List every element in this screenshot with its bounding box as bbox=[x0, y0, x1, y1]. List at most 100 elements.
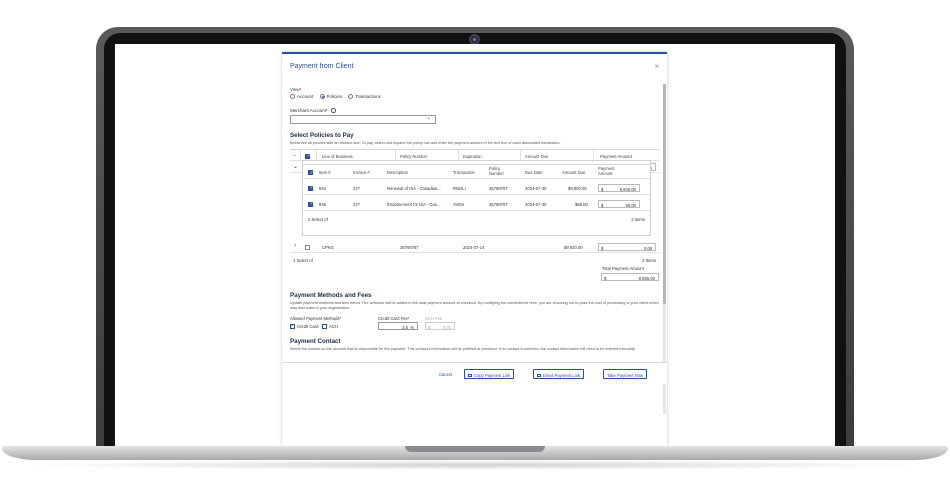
col-expiration[interactable]: Expiration bbox=[463, 154, 482, 159]
currency-symbol: $ bbox=[601, 186, 604, 192]
ach-fee-value: 0.00 bbox=[442, 324, 451, 330]
cell-description: Renewal of ISA - Canadian... bbox=[387, 185, 441, 191]
col-policy-number[interactable]: Policy Number bbox=[489, 166, 509, 176]
radio-policies[interactable] bbox=[319, 94, 325, 100]
select-all-checkbox[interactable] bbox=[305, 153, 310, 159]
col-amount-due[interactable]: Amount Due bbox=[525, 154, 548, 159]
chevron-down-icon[interactable]: ⌄ bbox=[293, 163, 298, 170]
cell-policy: 35768787 bbox=[400, 244, 419, 250]
cell-expiration: 2024-07-14 bbox=[463, 244, 485, 250]
chevron-down-icon: ⌄ bbox=[426, 115, 431, 121]
cancel-button[interactable]: Cancel bbox=[439, 372, 452, 377]
cell-policy: 35768787 bbox=[489, 201, 508, 207]
dialog-title: Payment from Client bbox=[290, 63, 354, 70]
col-invoice[interactable]: Invoice # bbox=[353, 170, 370, 175]
row-checkbox[interactable] bbox=[305, 244, 310, 250]
close-icon[interactable]: × bbox=[654, 62, 659, 71]
transactions-header-row: Item # Invoice # Description Transaction… bbox=[303, 164, 650, 179]
copy-link-button[interactable]: Copy Payment Link bbox=[464, 369, 515, 379]
select-all-transactions-checkbox[interactable] bbox=[308, 170, 313, 176]
cc-fee-input[interactable]: 3.5 % bbox=[378, 322, 418, 330]
currency-symbol: $ bbox=[604, 275, 607, 281]
col-line-of-business[interactable]: Line of Business bbox=[322, 154, 353, 159]
row-checkbox[interactable] bbox=[308, 185, 313, 191]
cell-description: Endorsement for ISA - Can... bbox=[387, 201, 441, 207]
dialog-footer: Cancel Copy Payment Link Email Payment L… bbox=[282, 362, 667, 384]
radio-account-label[interactable]: Account bbox=[297, 94, 313, 99]
payment-amount-input[interactable]: $ 0.00 bbox=[598, 243, 656, 251]
currency-symbol: $ bbox=[601, 202, 604, 208]
required-mark: * bbox=[326, 108, 328, 113]
ach-label[interactable]: ACH bbox=[329, 324, 338, 329]
cell-item: 944 bbox=[319, 185, 326, 191]
cell-amount-due: $9,920.00 bbox=[564, 244, 583, 250]
methods-help: Update payment methods and fees below. F… bbox=[290, 301, 659, 310]
radio-policies-label[interactable]: Policies bbox=[327, 94, 343, 99]
payment-method-options: ✓ Credit Card ACH bbox=[290, 323, 350, 331]
view-label-text: View bbox=[290, 87, 300, 92]
merchant-select[interactable]: ⌄ bbox=[290, 115, 436, 124]
cell-item: 945 bbox=[319, 201, 326, 207]
cell-invoice: 227 bbox=[353, 185, 360, 191]
policies-help: Below are all policies with an amount du… bbox=[290, 141, 561, 145]
radio-transactions-label[interactable]: Transactions bbox=[355, 94, 381, 99]
col-description[interactable]: Description bbox=[387, 170, 408, 175]
cell-amount-due: $65.00 bbox=[575, 201, 588, 207]
take-payment-button[interactable]: Take Payment Now bbox=[603, 369, 648, 379]
email-link-button[interactable]: Email Payment Link bbox=[533, 369, 585, 379]
payment-amount-input[interactable]: $ 65.00 bbox=[598, 200, 640, 208]
payment-value: 8,900.00 bbox=[619, 186, 636, 192]
col-transaction[interactable]: Transaction bbox=[453, 170, 475, 175]
contact-help: Select the contact on the account that i… bbox=[290, 347, 636, 351]
allowed-methods-label: Allowed Payment Methods* bbox=[290, 316, 341, 321]
laptop-screen: Payment from Client × View* Account Poli… bbox=[115, 44, 835, 446]
payment-amount-input[interactable]: $ 8,900.00 bbox=[598, 184, 640, 192]
col-amount-due[interactable]: Amount Due bbox=[562, 170, 585, 175]
cell-transaction: AVEN bbox=[453, 201, 465, 207]
currency-symbol: $ bbox=[601, 245, 604, 251]
required-mark: * bbox=[407, 316, 410, 321]
cell-line: CPKG bbox=[322, 244, 334, 250]
col-policy-number[interactable]: Policy Number bbox=[400, 154, 427, 159]
collapse-all-icon[interactable]: – bbox=[293, 153, 296, 159]
payment-value: 65.00 bbox=[625, 202, 636, 208]
cc-fee-label: Credit Card Fee* bbox=[378, 316, 409, 321]
total-label: Total Payment Amount bbox=[602, 266, 644, 271]
cc-fee-text: Credit Card Fee bbox=[378, 316, 408, 321]
ach-fee-label: ACH Fee bbox=[425, 316, 443, 321]
allowed-methods-text: Allowed Payment Methods bbox=[290, 316, 340, 321]
stage: Payment from Client × View* Account Poli… bbox=[0, 0, 950, 500]
col-due-date[interactable]: Due Date bbox=[525, 170, 543, 175]
payment-value: 0.00 bbox=[643, 245, 652, 251]
radio-transactions[interactable] bbox=[348, 94, 354, 100]
radio-account[interactable] bbox=[290, 94, 295, 100]
policies-footer: 1 Select of 2 Items bbox=[290, 254, 659, 266]
required-mark: * bbox=[339, 316, 342, 321]
col-payment-amount[interactable]: Payment Amount bbox=[600, 154, 632, 159]
cell-due-date: 2024-07-30 bbox=[525, 185, 547, 191]
take-payment-label: Take Payment Now bbox=[607, 372, 644, 378]
table-row[interactable]: 944 227 Renewal of ISA - Canadian... RNO… bbox=[303, 181, 650, 195]
contact-title: Payment Contact bbox=[290, 338, 341, 345]
chevron-right-icon[interactable]: › bbox=[294, 243, 296, 249]
row-checkbox[interactable] bbox=[308, 201, 313, 207]
view-options: Account Policies Transactions bbox=[290, 94, 381, 100]
col-item[interactable]: Item # bbox=[319, 170, 331, 175]
required-mark: * bbox=[299, 87, 302, 92]
merchant-label-text: Merchant Account bbox=[290, 108, 327, 113]
table-row[interactable]: › CPKG 35768787 2024-07-14 $9,920.00 $ 0… bbox=[290, 241, 659, 253]
laptop-notch bbox=[405, 446, 545, 452]
transactions-subtable: Item # Invoice # Description Transaction… bbox=[302, 160, 651, 236]
subtable-footer: 2 Select of 2 Items bbox=[303, 213, 650, 225]
col-payment-amount[interactable]: Payment Amount bbox=[598, 166, 620, 176]
credit-card-label[interactable]: Credit Card bbox=[297, 324, 318, 329]
methods-title: Payment Methods and Fees bbox=[290, 292, 372, 299]
table-row[interactable]: 945 227 Endorsement for ISA - Can... AVE… bbox=[303, 197, 650, 211]
currency-symbol: $ bbox=[428, 324, 431, 330]
ach-checkbox[interactable] bbox=[322, 324, 327, 329]
email-link-label: Email Payment Link bbox=[543, 372, 581, 378]
scrollbar-thumb[interactable] bbox=[663, 84, 666, 304]
item-count: 2 Items bbox=[642, 257, 656, 263]
info-icon[interactable] bbox=[331, 108, 336, 113]
view-label: View* bbox=[290, 87, 301, 92]
